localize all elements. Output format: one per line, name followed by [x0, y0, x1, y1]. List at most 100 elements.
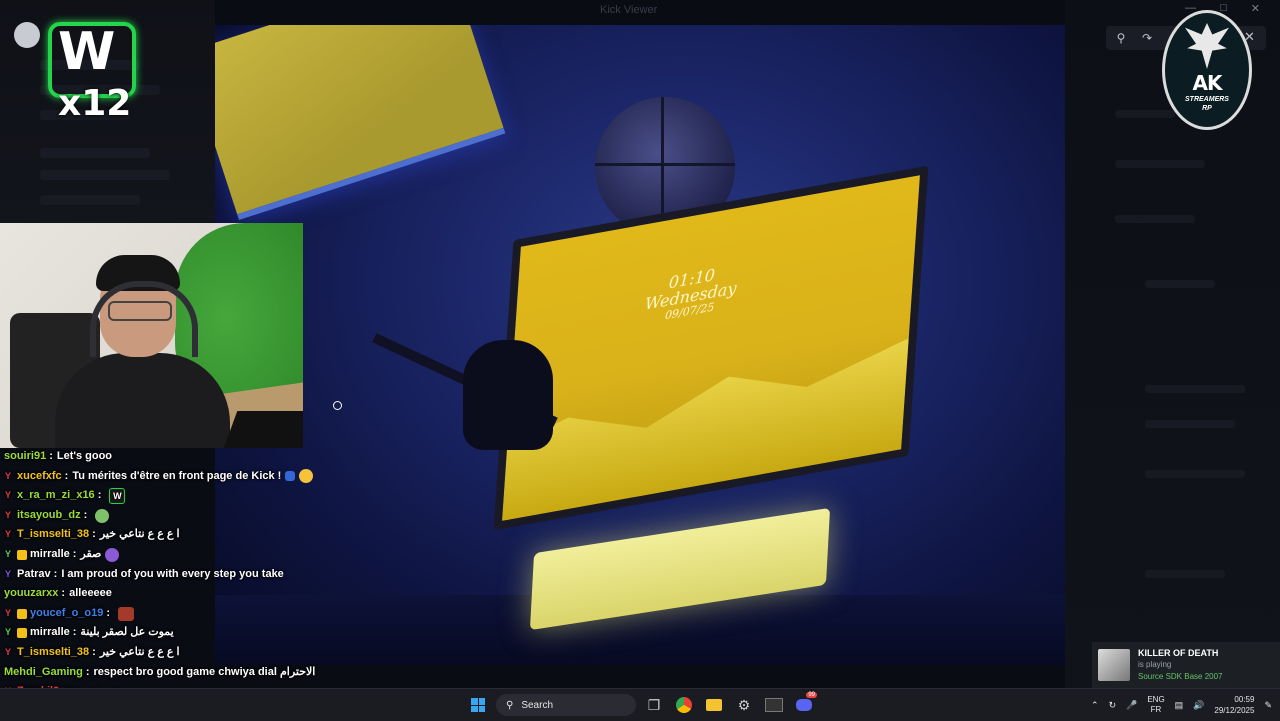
chat-text: صقر	[80, 547, 102, 560]
share-icon[interactable]: ↷	[1140, 31, 1154, 45]
microphone-icon[interactable]: 🎤	[1126, 700, 1137, 711]
chevron-up-icon[interactable]: ⌃	[1091, 700, 1099, 711]
network-icon[interactable]: ▤	[1175, 700, 1184, 711]
window-title: Kick Viewer	[600, 4, 658, 16]
chat-role-icon: Y	[4, 607, 11, 618]
chat-separator: :	[97, 489, 102, 502]
chat-separator: :	[106, 606, 111, 619]
clock-time: 00:59	[1234, 695, 1255, 704]
stream-video-scene: 01:10 Wednesday 09/07/25	[215, 25, 1065, 665]
chat-text: ا ع ع ع نتاعي خير	[99, 645, 180, 658]
chat-message: Y T_ismselti_38: ا ع ع ع نتاعي خير	[4, 643, 334, 663]
upper-monitor	[215, 25, 506, 220]
chat-separator: :	[83, 508, 88, 521]
logo-subtitle-line1: STREAMERS	[1185, 96, 1229, 103]
chat-username[interactable]: Mehdi_Gaming	[4, 663, 83, 683]
chat-message: Yxucefxfc: Tu mérites d'être en front pag…	[4, 467, 334, 487]
chat-separator: :	[61, 587, 66, 600]
ghost-row	[1145, 280, 1215, 288]
wallpaper-wave	[502, 326, 910, 521]
clock-date: 29/12/2025	[1214, 706, 1255, 715]
file-explorer-icon[interactable]	[702, 693, 726, 717]
ghost-row	[40, 148, 150, 158]
chat-message: youuzarxx: alleeeee	[4, 584, 334, 604]
chat-separator: :	[92, 645, 96, 658]
chat-message: Yx_ra_m_zi_x16:	[4, 486, 334, 506]
chat-username[interactable]: x_ra_m_zi_x16	[17, 486, 95, 506]
chat-role-icon: Y	[4, 548, 11, 559]
ghost-row	[1115, 160, 1205, 168]
sync-icon[interactable]: ↻	[1109, 700, 1117, 711]
webcam-feed	[0, 223, 303, 448]
chat-role-icon: Y	[4, 627, 11, 638]
discord-badge: 99	[806, 692, 817, 698]
task-view-icon[interactable]: ❐	[642, 693, 666, 717]
chat-message: Y T_ismselti_38: ا ع ع ع نتاعي خير	[4, 525, 334, 545]
ghost-row	[1115, 215, 1195, 223]
steam-icon[interactable]: ⚙	[732, 693, 756, 717]
chat-message: Mehdi_Gaming: respect bro good game chwiy…	[4, 663, 334, 683]
emote-icon	[109, 487, 126, 504]
ak-streamers-logo: AK STREAMERS RP	[1162, 10, 1252, 130]
taskbar-search[interactable]: ⚲ Search	[496, 694, 636, 716]
chat-separator: :	[72, 547, 77, 560]
notifications-icon[interactable]: ✎	[1264, 700, 1272, 711]
avatar	[14, 22, 40, 48]
chat-message: Ymirralle: صقر	[4, 545, 334, 565]
notification-text: KILLER OF DEATH is playing Source SDK Ba…	[1138, 647, 1223, 683]
monitor-screen: 01:10 Wednesday 09/07/25	[502, 175, 920, 521]
chat-message: Y Patrav: I am proud of you with every ste…	[4, 565, 334, 585]
notification-game: Source SDK Base 2007	[1138, 672, 1223, 681]
chat-username[interactable]: youuzarxx	[4, 584, 58, 604]
chat-username[interactable]: mirralle	[30, 545, 70, 565]
emote-icon	[105, 547, 120, 562]
chat-username[interactable]: youcef_o_o19	[30, 604, 103, 624]
desk-monitor: 01:10 Wednesday 09/07/25	[493, 165, 929, 531]
chat-separator: :	[64, 469, 69, 482]
zoom-icon[interactable]: ⚲	[1114, 31, 1128, 45]
chat-text: ا ع ع ع نتاعي خير	[99, 528, 180, 541]
chat-message: Ymirralle: يموت عل لصقر بلينة	[4, 623, 334, 643]
discord-icon[interactable]: 99	[792, 692, 817, 717]
system-clock[interactable]: 00:59 29/12/2025	[1214, 694, 1254, 716]
terminal-icon[interactable]	[762, 693, 786, 717]
chat-separator: :	[92, 528, 96, 541]
chat-role-icon: Y	[4, 509, 11, 520]
chat-username[interactable]: souiri91	[4, 447, 46, 467]
chat-message: souiri91: Let's gooo	[4, 447, 334, 467]
chat-username[interactable]: itsayoub_dz	[17, 506, 81, 526]
chat-role-icon: Y	[4, 470, 11, 481]
chat-username[interactable]: mirralle	[30, 623, 70, 643]
subscriber-badge-icon	[17, 608, 27, 619]
subscriber-badge-icon	[17, 549, 27, 560]
ghost-row	[40, 170, 170, 180]
chat-username[interactable]: xucefxfc	[17, 467, 62, 487]
search-icon: ⚲	[506, 699, 514, 711]
chat-role-icon: Y	[4, 529, 11, 540]
chat-text: respect bro good game chwiya dial الاحتر…	[93, 665, 316, 678]
chat-role-icon: Y	[4, 646, 11, 657]
language-bottom: FR	[1150, 705, 1162, 714]
game-notification[interactable]: KILLER OF DEATH is playing Source SDK Ba…	[1092, 642, 1280, 688]
badge-letter: W	[58, 22, 116, 82]
taskbar: ⚲ Search ❐ ⚙ 99 ⌃ ↻ 🎤 ENG FR ▤ 🔊 00:59 2	[0, 688, 1280, 721]
ghost-row	[40, 195, 140, 205]
logo-subtitle-line2: RP	[1202, 105, 1212, 112]
chat-username[interactable]: Patrav	[17, 565, 51, 585]
close-icon[interactable]: ✕	[1251, 2, 1260, 15]
chat-username[interactable]: T_ismselti_38	[17, 643, 89, 663]
chat-separator: :	[85, 665, 90, 678]
emote-icon	[118, 606, 135, 621]
chat-text: Let's gooo	[56, 450, 113, 462]
chat-role-icon: Y	[4, 568, 11, 579]
chat-text: I am proud of you with every step you ta…	[61, 567, 284, 580]
monitor-clock: 01:10 Wednesday 09/07/25	[644, 263, 739, 325]
ghost-row	[1145, 420, 1235, 428]
chat-username[interactable]: T_ismselti_38	[17, 525, 89, 545]
language-indicator[interactable]: ENG FR	[1147, 695, 1164, 715]
channel-overlay: W x12	[14, 22, 136, 134]
volume-icon[interactable]: 🔊	[1193, 700, 1204, 711]
start-button[interactable]	[466, 693, 490, 717]
taskbar-apps: ⚲ Search ❐ ⚙ 99	[466, 692, 817, 717]
chrome-icon[interactable]	[672, 693, 696, 717]
